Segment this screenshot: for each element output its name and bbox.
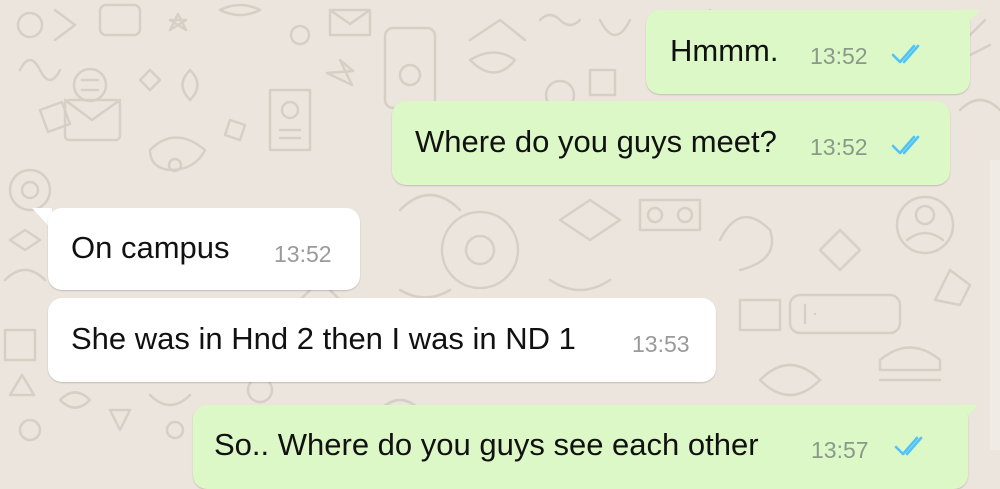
message-time: 13:53 xyxy=(632,331,690,357)
message-bubble-outgoing[interactable]: So.. Where do you guys see each other 13… xyxy=(193,405,968,489)
message-time: 13:57 xyxy=(811,437,869,463)
message-time: 13:52 xyxy=(810,134,868,160)
double-check-icon xyxy=(891,44,920,64)
message-text: On campus xyxy=(71,230,230,265)
message-text: So.. Where do you guys see each other xyxy=(214,427,759,462)
message-text: Hmmm. xyxy=(670,33,779,68)
message-text: Where do you guys meet? xyxy=(415,124,777,159)
message-time: 13:52 xyxy=(810,43,868,69)
scroll-edge xyxy=(990,160,1000,450)
message-bubble-incoming[interactable]: She was in Hnd 2 then I was in ND 1 13:5… xyxy=(48,298,716,382)
message-bubble-outgoing[interactable]: Where do you guys meet? 13:52 xyxy=(392,101,950,185)
message-bubble-incoming[interactable]: On campus 13:52 xyxy=(48,208,360,290)
message-bubble-outgoing[interactable]: Hmmm. 13:52 xyxy=(646,10,970,94)
double-check-icon xyxy=(891,135,920,155)
message-time: 13:52 xyxy=(274,241,332,267)
double-check-icon xyxy=(894,436,923,456)
message-text: She was in Hnd 2 then I was in ND 1 xyxy=(71,321,576,356)
